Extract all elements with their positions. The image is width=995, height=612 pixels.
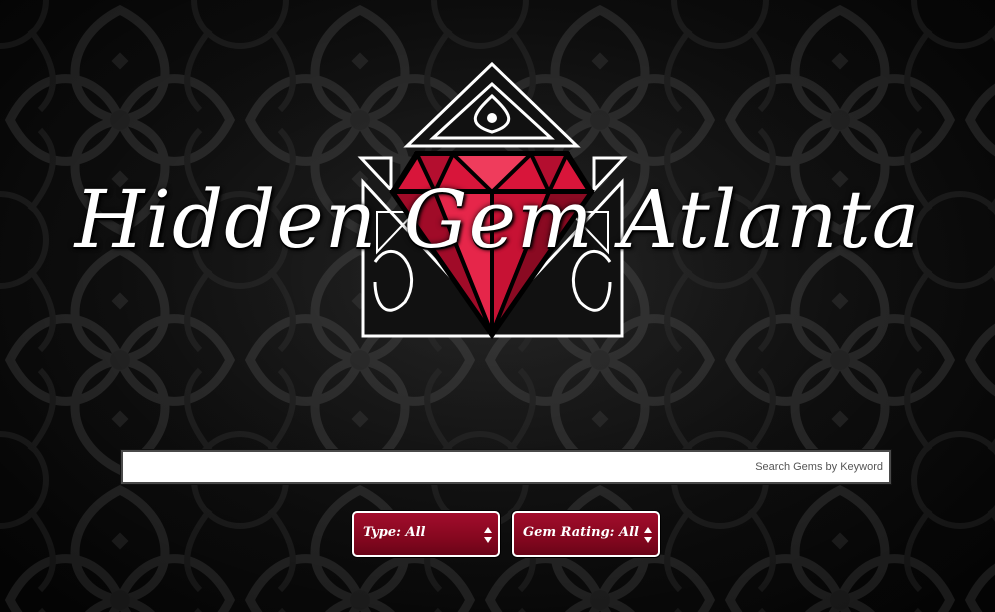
gem-rating-filter-select[interactable]: Gem Rating: All	[512, 511, 660, 557]
type-filter-select[interactable]: Type: All	[352, 511, 500, 557]
search-box[interactable]	[121, 450, 891, 484]
up-down-chevron-icon	[484, 527, 492, 543]
up-down-chevron-icon	[644, 527, 652, 543]
gem-rating-filter-label: Gem Rating: All	[523, 525, 639, 540]
page-background: Hidden Gem Atlanta Type: All Gem Rating:…	[0, 0, 995, 612]
search-input[interactable]	[123, 452, 889, 482]
type-filter-label: Type: All	[363, 525, 426, 540]
site-title: Hidden Gem Atlanta	[74, 173, 921, 266]
